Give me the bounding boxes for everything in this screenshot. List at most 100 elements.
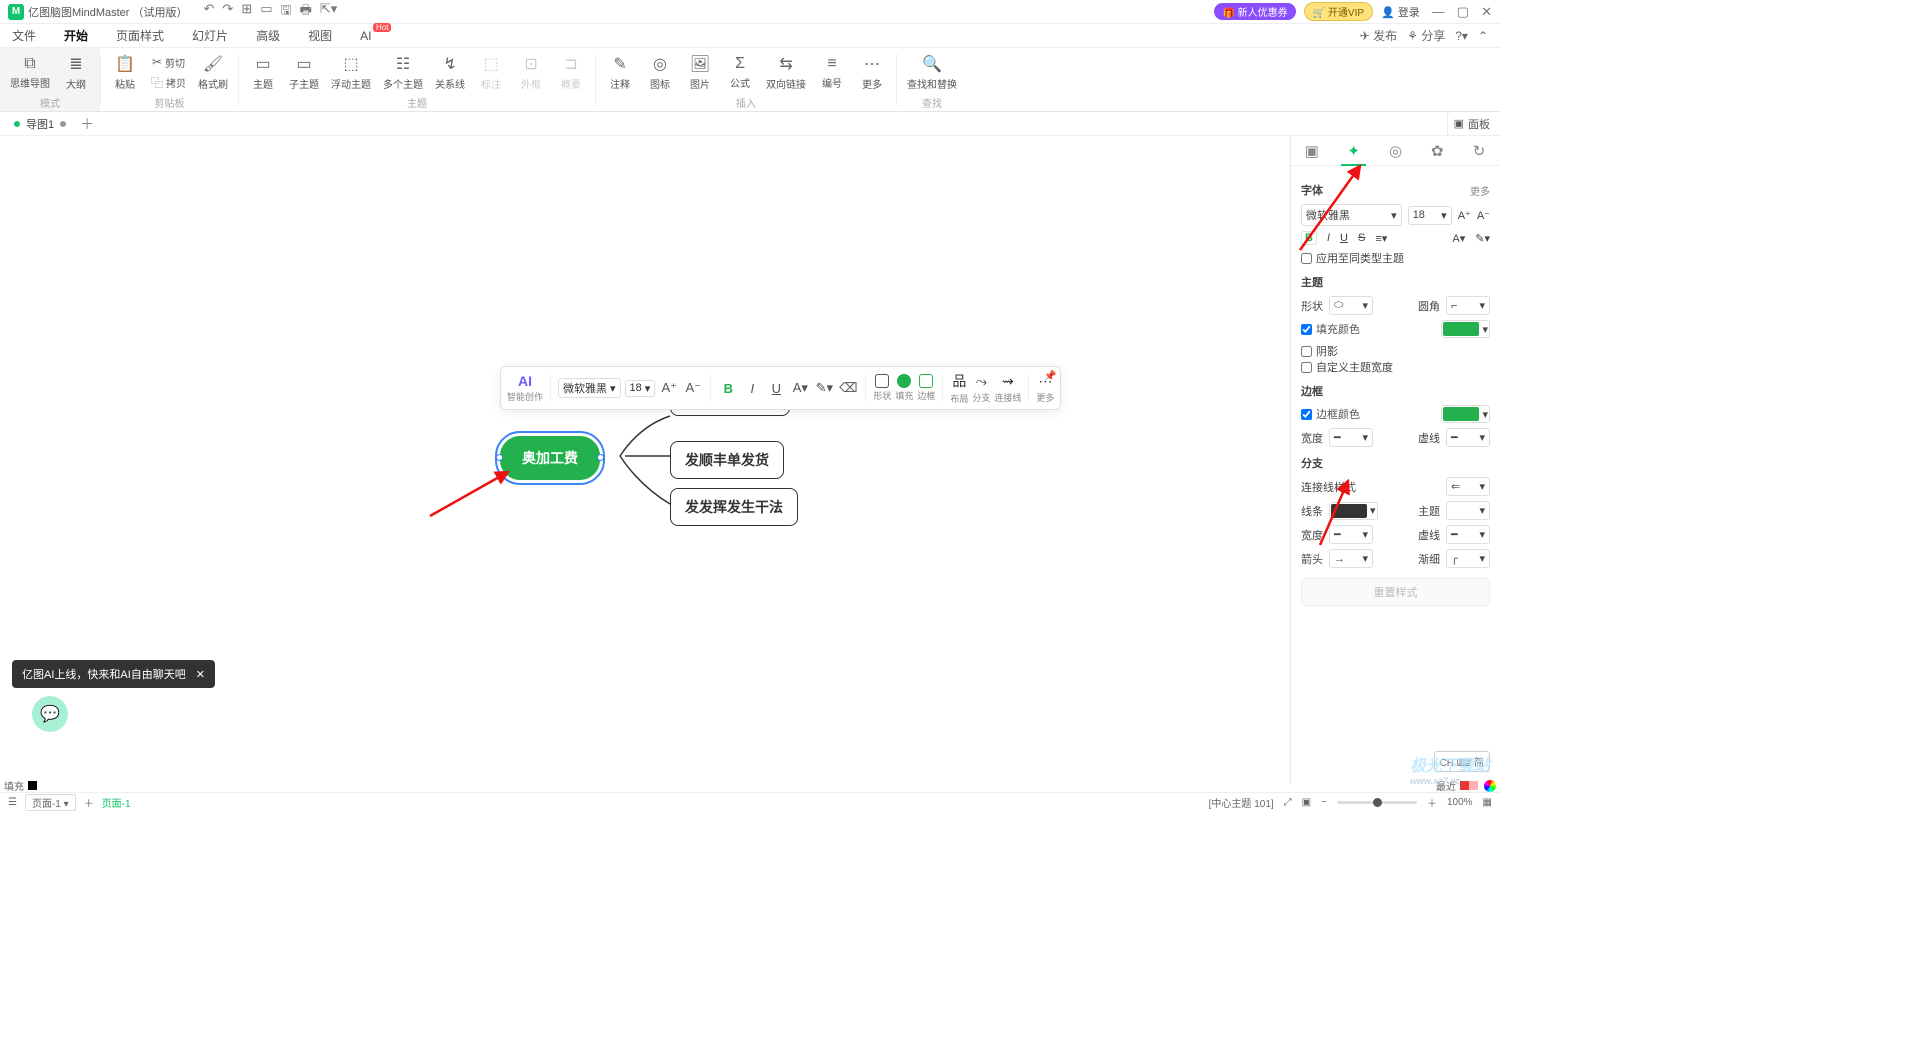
panel-underline-button[interactable]: U bbox=[1340, 232, 1348, 244]
bold-button[interactable]: B bbox=[718, 377, 738, 399]
subtopic-button[interactable]: ▭子主题 bbox=[285, 52, 323, 93]
format-painter-button[interactable]: 🖌格式刷 bbox=[194, 52, 232, 93]
tab-ai[interactable]: AIHot bbox=[360, 29, 371, 43]
font-shrink-icon[interactable]: A⁻ bbox=[683, 377, 703, 399]
zoom-in-icon[interactable]: ＋ bbox=[1427, 795, 1437, 810]
topic-link-select[interactable]: ▾ bbox=[1446, 501, 1490, 520]
fit-icon[interactable]: ⤢ bbox=[1284, 797, 1292, 808]
login-button[interactable]: 👤 登录 bbox=[1381, 4, 1420, 20]
branch-button[interactable]: ⤳分支 bbox=[972, 373, 990, 404]
hyperlink-button[interactable]: ⇆双向链接 bbox=[762, 52, 810, 93]
font-color-button[interactable]: A▾ bbox=[790, 377, 810, 399]
tab-slides[interactable]: 幻灯片 bbox=[192, 27, 228, 44]
relation-button[interactable]: ↯关系线 bbox=[431, 52, 469, 93]
callout-button[interactable]: ⬚标注 bbox=[473, 52, 509, 93]
zoom-out-icon[interactable]: − bbox=[1321, 797, 1327, 808]
note-button[interactable]: ✎注释 bbox=[602, 52, 638, 93]
fill-checkbox[interactable]: 填充颜色 bbox=[1301, 321, 1360, 337]
share-button[interactable]: ⚘ 分享 bbox=[1407, 27, 1445, 44]
panel-tab-style-icon[interactable]: ✦ bbox=[1333, 136, 1375, 165]
connector-button[interactable]: ⇝连接线 bbox=[994, 373, 1021, 404]
panel-align-button[interactable]: ≡▾ bbox=[1375, 232, 1387, 245]
mode-mindmap-button[interactable]: ⧉思维导图 bbox=[6, 53, 54, 92]
branch-taper-select[interactable]: ╭▾ bbox=[1446, 549, 1490, 568]
node-child-2[interactable]: 发发挥发生干法 bbox=[670, 488, 798, 526]
font-family-select[interactable]: 微软雅黑▾ bbox=[558, 378, 621, 398]
panel-font-grow-icon[interactable]: A⁺ bbox=[1458, 209, 1471, 222]
font-grow-icon[interactable]: A⁺ bbox=[659, 377, 679, 399]
swatch[interactable] bbox=[28, 781, 37, 790]
border-style-button[interactable]: 边框 bbox=[917, 374, 935, 402]
publish-button[interactable]: ✈ 发布 bbox=[1360, 27, 1397, 44]
promo-badge[interactable]: 🎁 新人优惠券 bbox=[1214, 3, 1295, 20]
tab-view[interactable]: 视图 bbox=[308, 27, 332, 44]
reset-style-button[interactable]: 重置样式 bbox=[1301, 578, 1490, 606]
collapse-ribbon-icon[interactable]: ⌃ bbox=[1478, 29, 1488, 43]
add-tab-button[interactable]: ＋ bbox=[80, 114, 94, 134]
panel-highlight-button[interactable]: ✎▾ bbox=[1475, 232, 1490, 245]
new-icon[interactable]: ⊞ bbox=[241, 1, 252, 23]
save-icon[interactable]: 🖫 bbox=[281, 1, 292, 23]
shape-button[interactable]: 形状 bbox=[873, 374, 891, 402]
ai-create-button[interactable]: AI 智能创作 bbox=[507, 373, 543, 403]
font-more-link[interactable]: 更多 bbox=[1470, 183, 1490, 198]
undo-icon[interactable]: ↶ bbox=[204, 1, 215, 23]
panel-font-size-select[interactable]: 18▾ bbox=[1408, 206, 1452, 225]
shadow-checkbox[interactable]: 阴影 bbox=[1301, 343, 1490, 359]
paste-button[interactable]: 📋粘贴 bbox=[107, 52, 143, 93]
border-checkbox[interactable]: 边框颜色 bbox=[1301, 406, 1360, 422]
formula-button[interactable]: Σ公式 bbox=[722, 53, 758, 92]
fill-color-select[interactable]: ▾ bbox=[1441, 320, 1490, 338]
tab-start[interactable]: 开始 bbox=[64, 27, 88, 44]
panel-tab-history-icon[interactable]: ↻ bbox=[1458, 136, 1500, 165]
print-icon[interactable]: 🖶 bbox=[300, 1, 312, 23]
border-dash-select[interactable]: ━▾ bbox=[1446, 428, 1490, 447]
node-main[interactable]: 奥加工费 bbox=[500, 436, 600, 480]
toast-close-icon[interactable]: ✕ bbox=[196, 668, 205, 681]
panel-tab-clipart-icon[interactable]: ✿ bbox=[1416, 136, 1458, 165]
window-maximize-icon[interactable]: ▢ bbox=[1457, 4, 1469, 20]
font-size-select[interactable]: 18▾ bbox=[625, 380, 656, 397]
topic-button[interactable]: ▭主题 bbox=[245, 52, 281, 93]
iconset-button[interactable]: ◎图标 bbox=[642, 52, 678, 93]
export-icon[interactable]: ⇱▾ bbox=[320, 1, 337, 23]
document-tab[interactable]: 导图1 bbox=[4, 116, 76, 132]
layout-button[interactable]: 品布局 bbox=[950, 371, 968, 405]
border-color-select[interactable]: ▾ bbox=[1441, 405, 1490, 423]
open-icon[interactable]: ▭ bbox=[260, 1, 272, 23]
insert-more-button[interactable]: ⋯更多 bbox=[854, 52, 890, 93]
multi-topic-button[interactable]: ☷多个主题 bbox=[379, 52, 427, 93]
summary-button[interactable]: ⊐概要 bbox=[553, 52, 589, 93]
mode-outline-button[interactable]: ≣大纲 bbox=[58, 52, 94, 93]
ai-chat-bubble-button[interactable]: 💬 bbox=[32, 696, 68, 732]
panel-font-family-select[interactable]: 微软雅黑▾ bbox=[1301, 204, 1402, 226]
redo-icon[interactable]: ↷ bbox=[222, 1, 233, 23]
vip-badge[interactable]: 🛒 开通VIP bbox=[1304, 2, 1373, 21]
fullscreen-icon[interactable]: ▣ bbox=[1302, 797, 1311, 808]
panel-strike-button[interactable]: S bbox=[1358, 232, 1365, 244]
page-list-icon[interactable]: ☰ bbox=[8, 797, 17, 808]
branch-arrow-select[interactable]: →▾ bbox=[1329, 549, 1373, 568]
find-replace-button[interactable]: 🔍查找和替换 bbox=[903, 52, 961, 93]
tab-pagestyle[interactable]: 页面样式 bbox=[116, 27, 164, 44]
border-width-select[interactable]: ━▾ bbox=[1329, 428, 1373, 447]
image-button[interactable]: 🖼图片 bbox=[682, 52, 718, 93]
shape-select[interactable]: ⬭▾ bbox=[1329, 296, 1373, 315]
custom-width-checkbox[interactable]: 自定义主题宽度 bbox=[1301, 359, 1490, 375]
apply-same-checkbox[interactable]: 应用至同类型主题 bbox=[1301, 250, 1490, 266]
help-icon[interactable]: ?▾ bbox=[1455, 29, 1468, 43]
highlight-button[interactable]: ✎▾ bbox=[814, 377, 834, 399]
page-add-icon[interactable]: ＋ bbox=[84, 795, 94, 810]
view-grid-icon[interactable]: ▦ bbox=[1483, 797, 1492, 808]
panel-bold-button[interactable]: B bbox=[1301, 231, 1317, 245]
branch-width-select[interactable]: ━▾ bbox=[1329, 525, 1373, 544]
window-close-icon[interactable]: ✕ bbox=[1481, 4, 1492, 20]
zoom-slider[interactable] bbox=[1337, 801, 1417, 804]
boundary-button[interactable]: ⊡外框 bbox=[513, 52, 549, 93]
underline-button[interactable]: U bbox=[766, 377, 786, 399]
italic-button[interactable]: I bbox=[742, 377, 762, 399]
panel-toggle-button[interactable]: ▣ 面板 bbox=[1447, 112, 1496, 135]
line-color-select[interactable]: ▾ bbox=[1329, 502, 1378, 520]
branch-dash-select[interactable]: ━▾ bbox=[1446, 525, 1490, 544]
clear-format-button[interactable]: ⌫ bbox=[838, 377, 858, 399]
